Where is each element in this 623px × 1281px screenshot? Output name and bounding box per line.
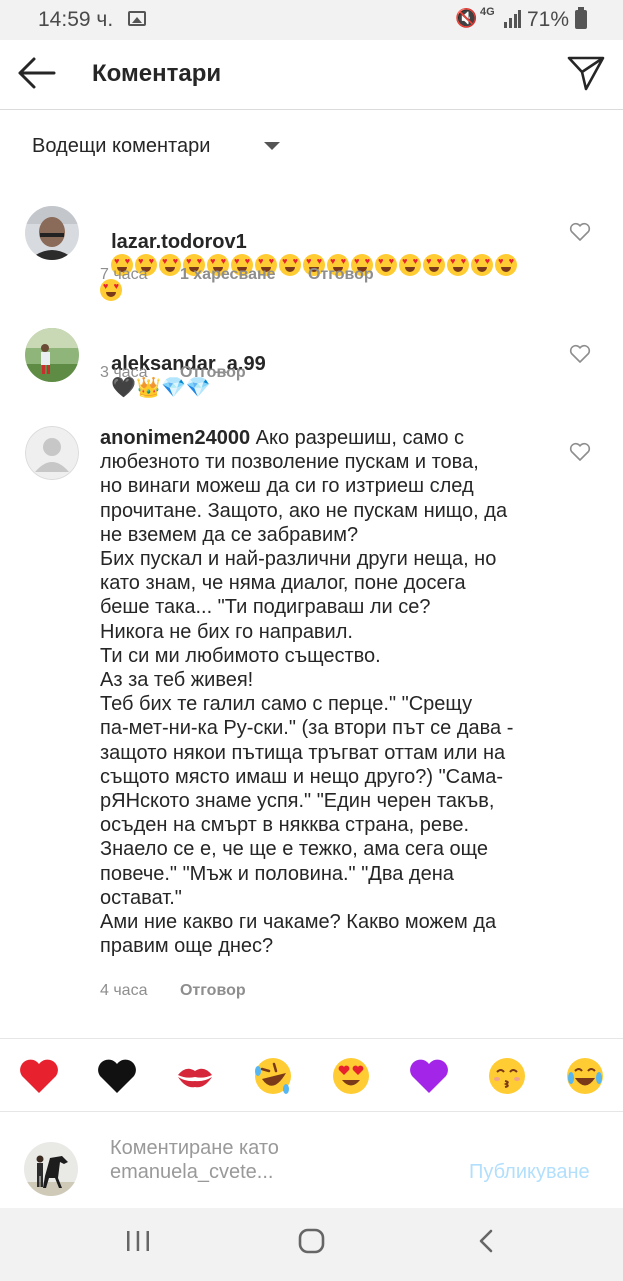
comment-meta: 7 часа 1 харесване Отговор [100, 266, 374, 284]
kiss-mark-icon[interactable] [174, 1055, 216, 1097]
reply-button[interactable]: Отговор [180, 364, 246, 381]
comment-input-placeholder-line2: emanuela_cvete... [110, 1161, 274, 1183]
avatar[interactable] [25, 206, 79, 260]
send-direct-icon[interactable] [566, 54, 606, 92]
avatar [24, 1142, 78, 1196]
comment-body: anonimen24000 Ако разрешиш, само с любез… [100, 426, 560, 958]
status-time: 14:59 ч. [38, 8, 114, 31]
comment-body: lazar.todorov1 [100, 206, 540, 303]
rolling-laughing-face-icon[interactable] [252, 1055, 294, 1097]
sort-selector[interactable]: Водещи коментари [32, 135, 210, 158]
quick-reaction-bar [0, 1038, 623, 1112]
status-bar: 14:59 ч. 🔇 4G 71% [0, 0, 623, 40]
comment-username[interactable]: lazar.todorov1 [111, 231, 247, 253]
comment-username[interactable]: anonimen24000 [100, 427, 250, 449]
page-title: Коментари [92, 60, 222, 87]
heart-eyes-emoji [471, 254, 494, 277]
app-header: Коментари [0, 40, 623, 110]
comment-meta: 3 часа Отговор [100, 364, 246, 382]
like-heart-icon[interactable] [569, 442, 591, 462]
heart-eyes-emoji [495, 254, 518, 277]
heart-eyes-emoji [447, 254, 470, 277]
system-nav-bar [0, 1208, 623, 1281]
battery-icon [575, 7, 587, 29]
signal-icon [504, 10, 521, 28]
back-nav-icon[interactable] [476, 1228, 496, 1254]
avatar[interactable] [25, 328, 79, 382]
purple-heart-icon[interactable] [408, 1055, 450, 1097]
reply-button[interactable]: Отговор [180, 982, 246, 999]
heart-eyes-emoji [375, 254, 398, 277]
heart-eyes-face-icon[interactable] [330, 1055, 372, 1097]
comment-text: Ако разрешиш, само с любезното ти позвол… [100, 427, 514, 958]
comment-time: 3 часа [100, 364, 148, 381]
mute-icon: 🔇 [455, 8, 478, 28]
battery-percent: 71% [527, 8, 570, 31]
kissing-face-icon[interactable] [486, 1055, 528, 1097]
heart-eyes-emoji [423, 254, 446, 277]
network-type: 4G [480, 6, 495, 18]
chevron-down-icon[interactable] [264, 142, 280, 150]
comment-composer: Коментиране като emanuela_cvete... Публи… [0, 1112, 623, 1208]
black-heart-icon[interactable] [96, 1055, 138, 1097]
like-heart-icon[interactable] [569, 222, 591, 242]
like-heart-icon[interactable] [569, 344, 591, 364]
tears-of-joy-face-icon[interactable] [564, 1055, 606, 1097]
avatar[interactable] [25, 426, 79, 480]
publish-button[interactable]: Публикуване [469, 1161, 590, 1184]
comment-input[interactable]: Коментиране като emanuela_cvete... [110, 1136, 360, 1184]
home-icon[interactable] [297, 1228, 327, 1254]
comment-time: 4 часа [100, 982, 148, 999]
gallery-notification-icon [128, 11, 146, 26]
comment-likes[interactable]: 1 харесване [180, 266, 276, 283]
red-heart-icon[interactable] [18, 1055, 60, 1097]
back-arrow-icon[interactable] [16, 56, 56, 90]
comment-time: 7 часа [100, 266, 148, 283]
heart-eyes-emoji [399, 254, 422, 277]
comment-input-placeholder-line1: Коментиране като [110, 1137, 279, 1159]
comment-meta: 4 часа Отговор [100, 982, 246, 1000]
reply-button[interactable]: Отговор [308, 266, 374, 283]
recent-apps-icon[interactable] [124, 1228, 152, 1254]
